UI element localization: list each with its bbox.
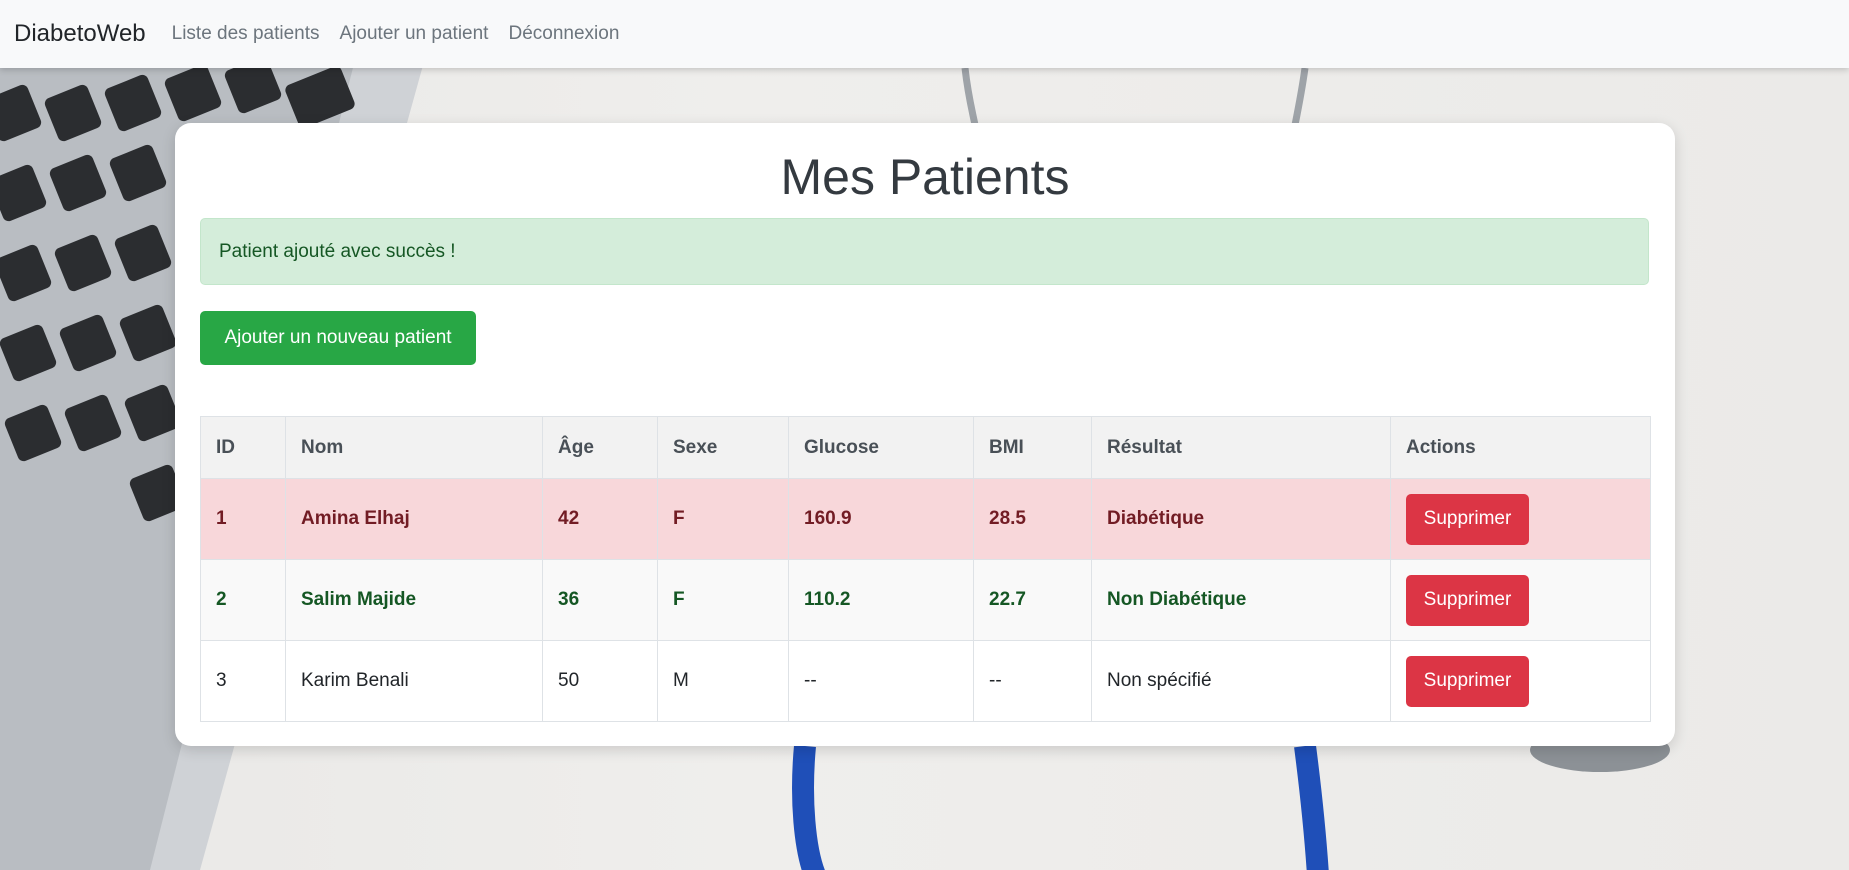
cell-glucose: 110.2 — [788, 559, 974, 641]
cell-result: Non spécifié — [1091, 640, 1391, 722]
patients-table: ID Nom Âge Sexe Glucose BMI Résultat Act… — [200, 416, 1651, 722]
column-header-sex: Sexe — [657, 416, 789, 479]
cell-id: 3 — [200, 640, 286, 722]
delete-button[interactable]: Supprimer — [1406, 655, 1529, 707]
cell-age: 36 — [542, 559, 658, 641]
column-header-result: Résultat — [1091, 416, 1391, 479]
nav-link-patient-list[interactable]: Liste des patients — [172, 23, 320, 45]
success-alert-text: Patient ajouté avec succès ! — [219, 240, 456, 262]
cell-result: Non Diabétique — [1091, 559, 1391, 641]
column-header-glucose: Glucose — [788, 416, 974, 479]
nav-link-logout[interactable]: Déconnexion — [508, 23, 619, 45]
nav-link-add-patient[interactable]: Ajouter un patient — [340, 23, 489, 45]
cell-name: Karim Benali — [285, 640, 543, 722]
cell-bmi: 28.5 — [973, 478, 1092, 560]
patients-card: Mes Patients Patient ajouté avec succès … — [175, 123, 1675, 746]
cell-age: 50 — [542, 640, 658, 722]
column-header-id: ID — [200, 416, 286, 479]
table-header-row: ID Nom Âge Sexe Glucose BMI Résultat Act… — [200, 416, 1651, 479]
cell-id: 1 — [200, 478, 286, 560]
cell-id: 2 — [200, 559, 286, 641]
table-row: 3 Karim Benali 50 M -- -- Non spécifié S… — [200, 640, 1651, 722]
column-header-actions: Actions — [1390, 416, 1651, 479]
table-row: 2 Salim Majide 36 F 110.2 22.7 Non Diabé… — [200, 559, 1651, 641]
success-alert: Patient ajouté avec succès ! — [200, 218, 1649, 285]
delete-button[interactable]: Supprimer — [1406, 493, 1529, 545]
cell-glucose: 160.9 — [788, 478, 974, 560]
delete-button[interactable]: Supprimer — [1406, 574, 1529, 626]
cell-actions: Supprimer — [1390, 640, 1651, 722]
column-header-bmi: BMI — [973, 416, 1092, 479]
cell-sex: F — [657, 559, 789, 641]
cell-result: Diabétique — [1091, 478, 1391, 560]
cell-glucose: -- — [788, 640, 974, 722]
cell-age: 42 — [542, 478, 658, 560]
cell-name: Salim Majide — [285, 559, 543, 641]
cell-actions: Supprimer — [1390, 478, 1651, 560]
table-row: 1 Amina Elhaj 42 F 160.9 28.5 Diabétique… — [200, 478, 1651, 560]
cell-bmi: -- — [973, 640, 1092, 722]
add-new-patient-button[interactable]: Ajouter un nouveau patient — [200, 311, 476, 365]
column-header-age: Âge — [542, 416, 658, 479]
cell-sex: F — [657, 478, 789, 560]
brand-link[interactable]: DiabetoWeb — [14, 20, 146, 48]
page-title: Mes Patients — [780, 149, 1070, 205]
cell-bmi: 22.7 — [973, 559, 1092, 641]
cell-sex: M — [657, 640, 789, 722]
column-header-name: Nom — [285, 416, 543, 479]
cell-name: Amina Elhaj — [285, 478, 543, 560]
navbar: DiabetoWeb Liste des patients Ajouter un… — [0, 0, 1849, 68]
cell-actions: Supprimer — [1390, 559, 1651, 641]
